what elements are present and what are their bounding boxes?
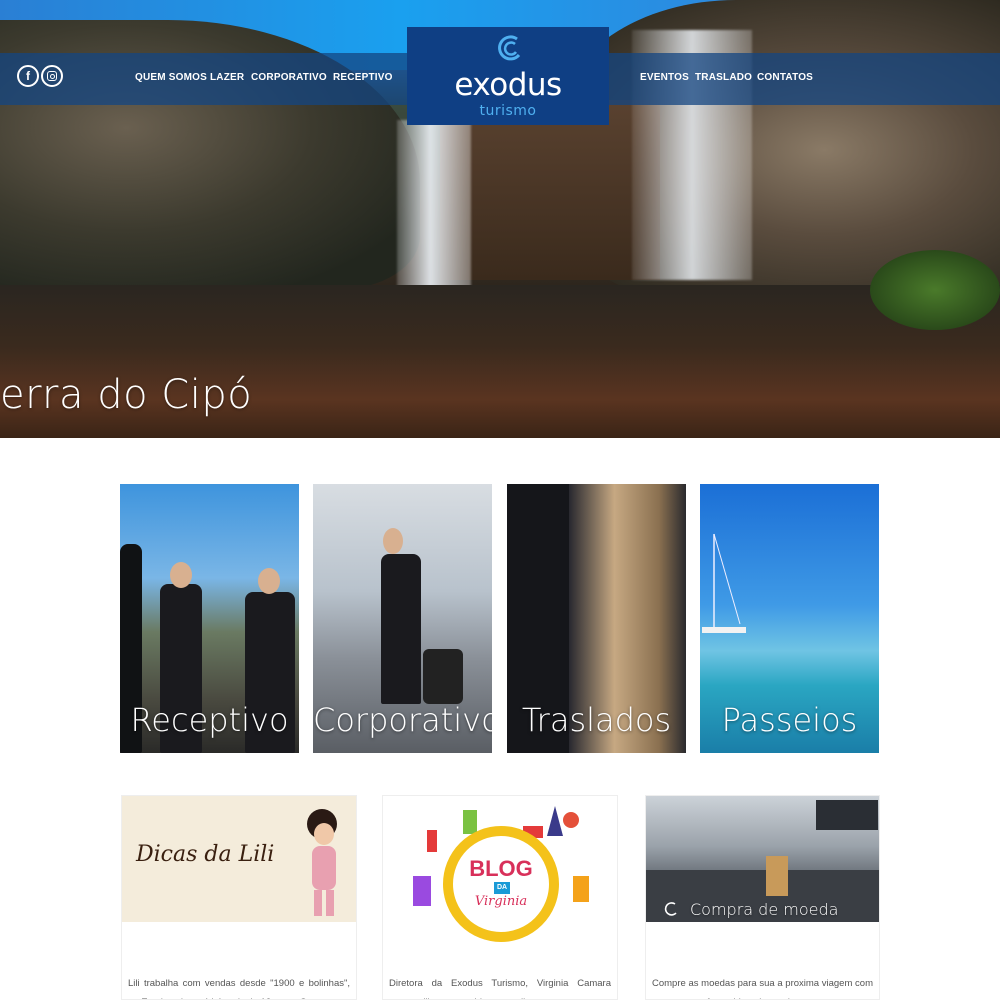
service-tile-passeios[interactable]: Passeios bbox=[700, 484, 879, 753]
card-excerpt: Compre as moedas para sua a proxima viag… bbox=[652, 978, 873, 999]
sailboat-icon bbox=[702, 533, 746, 633]
card-excerpt: Lili trabalha com vendas desde "1900 e b… bbox=[128, 978, 350, 999]
nav-quem-somos[interactable]: QUEM SOMOS bbox=[135, 72, 207, 83]
person-silhouette bbox=[381, 554, 421, 704]
instagram-glyph bbox=[47, 71, 57, 81]
hero-cliff-mid bbox=[440, 100, 660, 280]
card-compra-moeda[interactable]: Compra de moeda Compre as moedas para su… bbox=[645, 795, 880, 1000]
instagram-icon[interactable] bbox=[41, 65, 63, 87]
lili-illustration-icon bbox=[307, 809, 337, 916]
blog-word: BLOG bbox=[469, 856, 533, 881]
card-excerpt: Diretora da Exodus Turismo, Virginia Cam… bbox=[389, 978, 611, 999]
nav-corporativo[interactable]: CORPORATIVO bbox=[251, 72, 327, 83]
person-head bbox=[383, 528, 403, 554]
person-head bbox=[258, 568, 280, 594]
nav-contatos[interactable]: CONTATOS bbox=[757, 72, 813, 83]
service-label: Receptivo bbox=[130, 701, 289, 739]
logo-subtitle: turismo bbox=[479, 103, 537, 119]
card-image-label: Compra de moeda bbox=[690, 900, 839, 919]
exodus-logo[interactable]: exodus turismo bbox=[407, 27, 609, 125]
luggage-silhouette bbox=[423, 649, 463, 704]
hero-caption: erra do Cipó bbox=[0, 372, 253, 418]
service-label: Passeios bbox=[721, 701, 858, 739]
card-blog-virginia[interactable]: BLOG DA Virginia Diretora da Exodus Turi… bbox=[382, 795, 618, 1000]
hero-vegetation bbox=[870, 250, 1000, 330]
nav-lazer[interactable]: LAZER bbox=[210, 72, 244, 83]
card-dicas-lili[interactable]: Dicas da Lili Lili trabalha com vendas d… bbox=[121, 795, 357, 1000]
card-image-title: Dicas da Lili bbox=[136, 842, 275, 867]
service-label: Corporativo bbox=[313, 701, 492, 739]
nav-receptivo[interactable]: RECEPTIVO bbox=[333, 72, 393, 83]
card-image: Dicas da Lili bbox=[122, 796, 356, 922]
hero-waterfall-left bbox=[397, 120, 471, 290]
blog-da: DA bbox=[494, 882, 510, 894]
exodus-swirl-icon bbox=[664, 902, 677, 916]
facebook-icon[interactable]: f bbox=[17, 65, 39, 87]
card-image: Compra de moeda bbox=[646, 796, 879, 922]
logo-swirl-icon bbox=[498, 35, 521, 61]
nav-traslado[interactable]: TRASLADO bbox=[695, 72, 752, 83]
blog-badge: BLOG DA Virginia bbox=[443, 826, 559, 942]
service-tile-receptivo[interactable]: Receptivo bbox=[120, 484, 299, 753]
service-tile-traslados[interactable]: Traslados bbox=[507, 484, 686, 753]
service-label: Traslados bbox=[521, 701, 672, 739]
nav-eventos[interactable]: EVENTOS bbox=[640, 72, 689, 83]
blog-name: Virginia bbox=[474, 894, 528, 909]
person-head bbox=[170, 562, 192, 588]
card-image: BLOG DA Virginia bbox=[383, 796, 617, 942]
service-tile-corporativo[interactable]: Corporativo bbox=[313, 484, 492, 753]
logo-wordmark: exodus bbox=[454, 67, 562, 103]
